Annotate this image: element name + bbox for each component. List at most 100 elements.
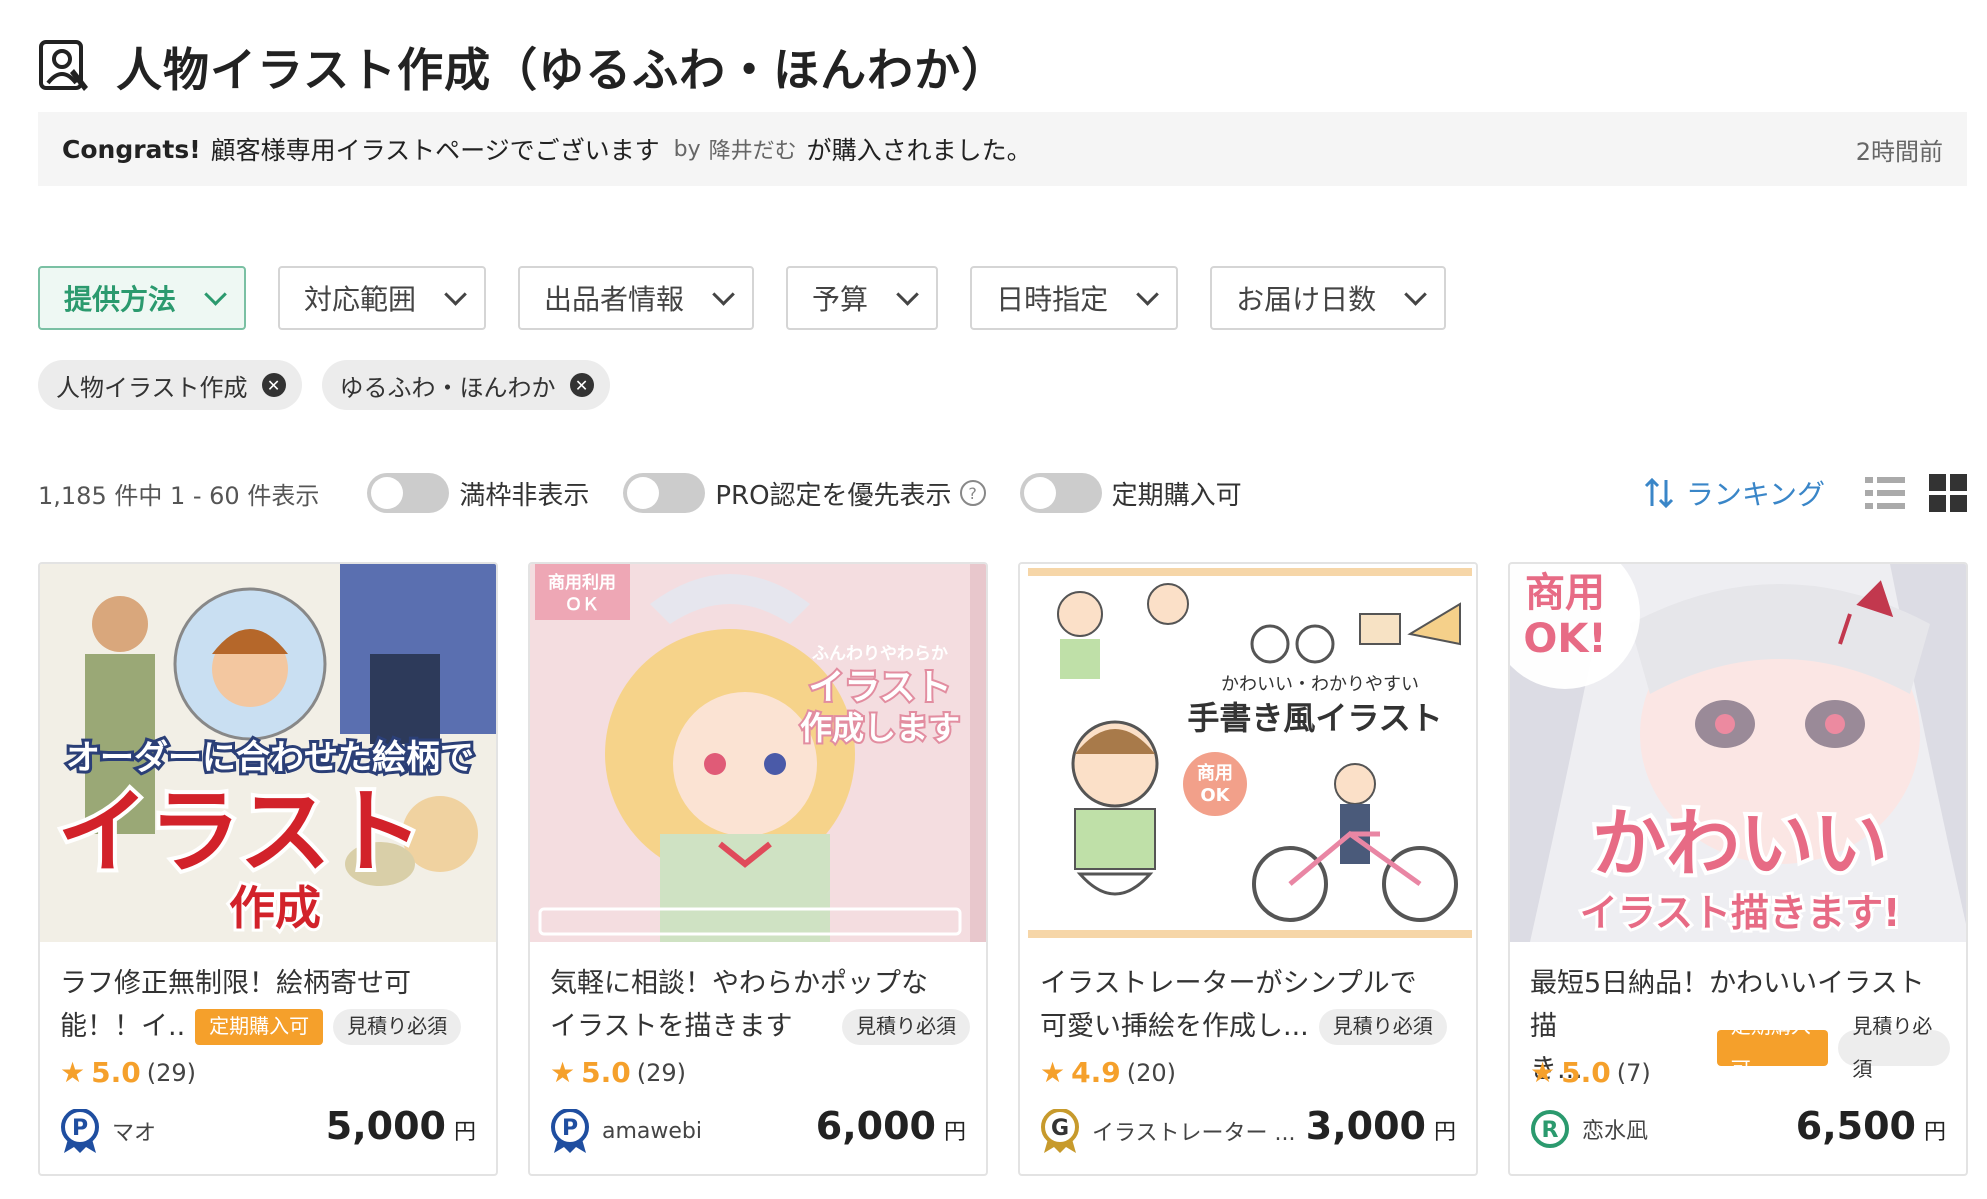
chevron-down-icon bbox=[896, 283, 919, 306]
chevron-down-icon bbox=[712, 283, 735, 306]
title-line: 最短5日納品！かわいいイラスト bbox=[1530, 968, 1925, 999]
service-card[interactable]: 商用 OK! かわいい イラスト描きます! 最短5日納品！かわいいイラスト 描き… bbox=[1508, 562, 1968, 1176]
rating: ★ 5.0 (29) bbox=[60, 1056, 196, 1089]
close-icon[interactable]: ✕ bbox=[261, 373, 286, 397]
sort-label: ランキング bbox=[1685, 478, 1825, 511]
thumb-caption: かわいい・わかりやすい bbox=[1221, 674, 1419, 695]
price-unit: 円 bbox=[453, 1120, 476, 1145]
review-count: (20) bbox=[1126, 1058, 1176, 1087]
rating-score: 5.0 bbox=[581, 1056, 631, 1089]
pro-badge-icon: P bbox=[551, 1109, 589, 1153]
seller-name[interactable]: amawebi bbox=[602, 1119, 702, 1144]
page-header: 人物イラスト作成（ゆるふわ・ほんわか） bbox=[38, 34, 1008, 100]
chip-label: 人物イラスト作成 bbox=[56, 373, 248, 402]
person-illustration-icon bbox=[39, 40, 88, 91]
seller-name[interactable]: マオ bbox=[112, 1115, 156, 1147]
service-thumbnail[interactable]: オーダーに合わせた絵柄で イラスト 作成 bbox=[40, 564, 496, 942]
filter-label: お届け日数 bbox=[1236, 283, 1377, 316]
notice-suffix: が購入されました。 bbox=[806, 136, 1032, 165]
thumb-caption: 商用 bbox=[1197, 762, 1233, 784]
filter-label: 対応範囲 bbox=[304, 283, 417, 316]
result-bar: 1,185 件中 1 - 60 件表示 満枠非表示 PRO認定を優先表示 ? 定… bbox=[38, 468, 1967, 518]
star-icon: ★ bbox=[550, 1056, 576, 1089]
seller-info[interactable]: G イラストレーター ... bbox=[1040, 1109, 1296, 1153]
active-filter-chips: 人物イラスト作成 ✕ ゆるふわ・ほんわか ✕ bbox=[38, 360, 610, 410]
toggle-hide-full[interactable]: 満枠非表示 bbox=[367, 473, 589, 513]
subscription-tag: 定期購入可 bbox=[195, 1008, 324, 1045]
filter-delivery-days[interactable]: お届け日数 bbox=[1210, 266, 1447, 330]
toggle-pro-priority[interactable]: PRO認定を優先表示 ? bbox=[623, 473, 986, 513]
star-icon: ★ bbox=[60, 1056, 86, 1089]
estimate-tag: 見積り必須 bbox=[1318, 1008, 1447, 1045]
toggle-switch[interactable] bbox=[1019, 473, 1102, 513]
service-thumbnail[interactable]: 商用 OK! かわいい イラスト描きます! bbox=[1510, 564, 1966, 942]
thumbnail-image: 商用利用 ＯＫ ふんわりやわらか イラスト 作成します bbox=[530, 564, 986, 942]
price-unit: 円 bbox=[1923, 1120, 1946, 1145]
filter-bar: 提供方法 対応範囲 出品者情報 予算 日時指定 お届け日数 bbox=[38, 266, 1447, 330]
price: 6,500 円 bbox=[1796, 1104, 1946, 1148]
close-icon[interactable]: ✕ bbox=[569, 373, 594, 397]
view-switcher bbox=[1865, 474, 1967, 512]
thumb-caption: イラスト bbox=[57, 779, 423, 886]
estimate-tag: 見積り必須 bbox=[1838, 1014, 1950, 1081]
rating: ★ 5.0 (29) bbox=[550, 1056, 686, 1089]
thumb-caption: 商用 bbox=[1525, 570, 1605, 616]
service-title[interactable]: イラストレーターがシンプルで 可愛い挿絵を作成し... 見積り必須 bbox=[1040, 962, 1460, 1048]
thumb-caption: ふんわりやわらか bbox=[812, 644, 948, 664]
filter-label: 出品者情報 bbox=[544, 283, 685, 316]
seller-info[interactable]: P マオ bbox=[60, 1109, 156, 1153]
title-line: イラストを描きます bbox=[550, 1011, 793, 1042]
chip-label: ゆるふわ・ほんわか bbox=[339, 373, 556, 402]
congrats-label: Congrats! bbox=[62, 134, 201, 164]
seller-name[interactable]: イラストレーター ... bbox=[1092, 1115, 1296, 1147]
service-thumbnail[interactable]: 商用利用 ＯＫ ふんわりやわらか イラスト 作成します bbox=[530, 564, 986, 942]
title-line: 可愛い挿絵を作成し... bbox=[1040, 1011, 1309, 1042]
result-count: 1,185 件中 1 - 60 件表示 bbox=[38, 481, 320, 510]
price-value: 6,500 bbox=[1795, 1104, 1916, 1148]
toggle-label: 定期購入可 bbox=[1111, 480, 1242, 511]
price: 3,000 円 bbox=[1306, 1104, 1456, 1148]
notice-service[interactable]: 顧客様専用イラストページでございます bbox=[211, 131, 660, 167]
thumbnail-image: 商用 OK かわいい・わかりやすい 手書き風イラスト bbox=[1020, 564, 1476, 942]
price-value: 3,000 bbox=[1305, 1104, 1426, 1148]
notice-buyer: 降井だむ bbox=[708, 139, 797, 164]
thumb-caption: OK bbox=[1200, 785, 1230, 806]
price-unit: 円 bbox=[943, 1120, 966, 1145]
filter-seller-info[interactable]: 出品者情報 bbox=[518, 266, 755, 330]
service-card[interactable]: 商用 OK かわいい・わかりやすい 手書き風イラスト イラストレーターがシンプル… bbox=[1018, 562, 1478, 1176]
service-card[interactable]: 商用利用 ＯＫ ふんわりやわらか イラスト 作成します 気軽に相談！やわらかポッ… bbox=[528, 562, 988, 1176]
sort-ranking[interactable]: ランキング bbox=[1644, 473, 1825, 513]
service-card[interactable]: オーダーに合わせた絵柄で イラスト 作成 ラフ修正無制限！絵柄寄せ可 能！！イ.… bbox=[38, 562, 498, 1176]
help-icon[interactable]: ? bbox=[959, 480, 986, 506]
filter-label: 日時指定 bbox=[996, 283, 1109, 316]
seller-info[interactable]: R 恋水凪 bbox=[1530, 1109, 1648, 1149]
badge-letter: G bbox=[1051, 1116, 1069, 1141]
toggle-subscription[interactable]: 定期購入可 bbox=[1019, 473, 1242, 513]
filter-scope[interactable]: 対応範囲 bbox=[278, 266, 487, 330]
rating: ★ 4.9 (20) bbox=[1040, 1056, 1176, 1089]
thumb-caption: 手書き風イラスト bbox=[1187, 699, 1442, 737]
seller-name[interactable]: 恋水凪 bbox=[1582, 1113, 1648, 1145]
grid-view-icon[interactable] bbox=[1929, 474, 1967, 512]
filter-delivery-method[interactable]: 提供方法 bbox=[38, 266, 247, 330]
subscription-tag: 定期購入可 bbox=[1716, 1014, 1829, 1081]
thumb-caption: 商用利用 bbox=[548, 572, 616, 593]
title-line: 気軽に相談！やわらかポップな bbox=[550, 968, 928, 999]
estimate-tag: 見積り必須 bbox=[842, 1008, 970, 1045]
thumbnail-image: オーダーに合わせた絵柄で イラスト 作成 bbox=[40, 564, 496, 942]
seller-info[interactable]: P amawebi bbox=[550, 1109, 702, 1153]
toggle-label: PRO認定を優先表示 bbox=[715, 480, 952, 511]
thumb-caption: かわいい bbox=[1592, 801, 1888, 887]
list-view-icon[interactable] bbox=[1865, 475, 1905, 511]
service-title[interactable]: ラフ修正無制限！絵柄寄せ可 能！！イ.. 定期購入可 見積り必須 bbox=[60, 962, 480, 1048]
notice-time: 2時間前 bbox=[1855, 137, 1943, 166]
star-icon: ★ bbox=[1040, 1056, 1066, 1089]
service-thumbnail[interactable]: 商用 OK かわいい・わかりやすい 手書き風イラスト bbox=[1020, 564, 1476, 942]
filter-budget[interactable]: 予算 bbox=[786, 266, 939, 330]
thumb-caption: 作成 bbox=[229, 881, 321, 935]
toggle-switch[interactable] bbox=[623, 473, 706, 513]
filter-datetime[interactable]: 日時指定 bbox=[970, 266, 1179, 330]
toggle-switch[interactable] bbox=[367, 473, 450, 513]
badge-letter: P bbox=[72, 1116, 88, 1141]
service-title[interactable]: 気軽に相談！やわらかポップな イラストを描きます 見積り必須 bbox=[550, 962, 970, 1048]
